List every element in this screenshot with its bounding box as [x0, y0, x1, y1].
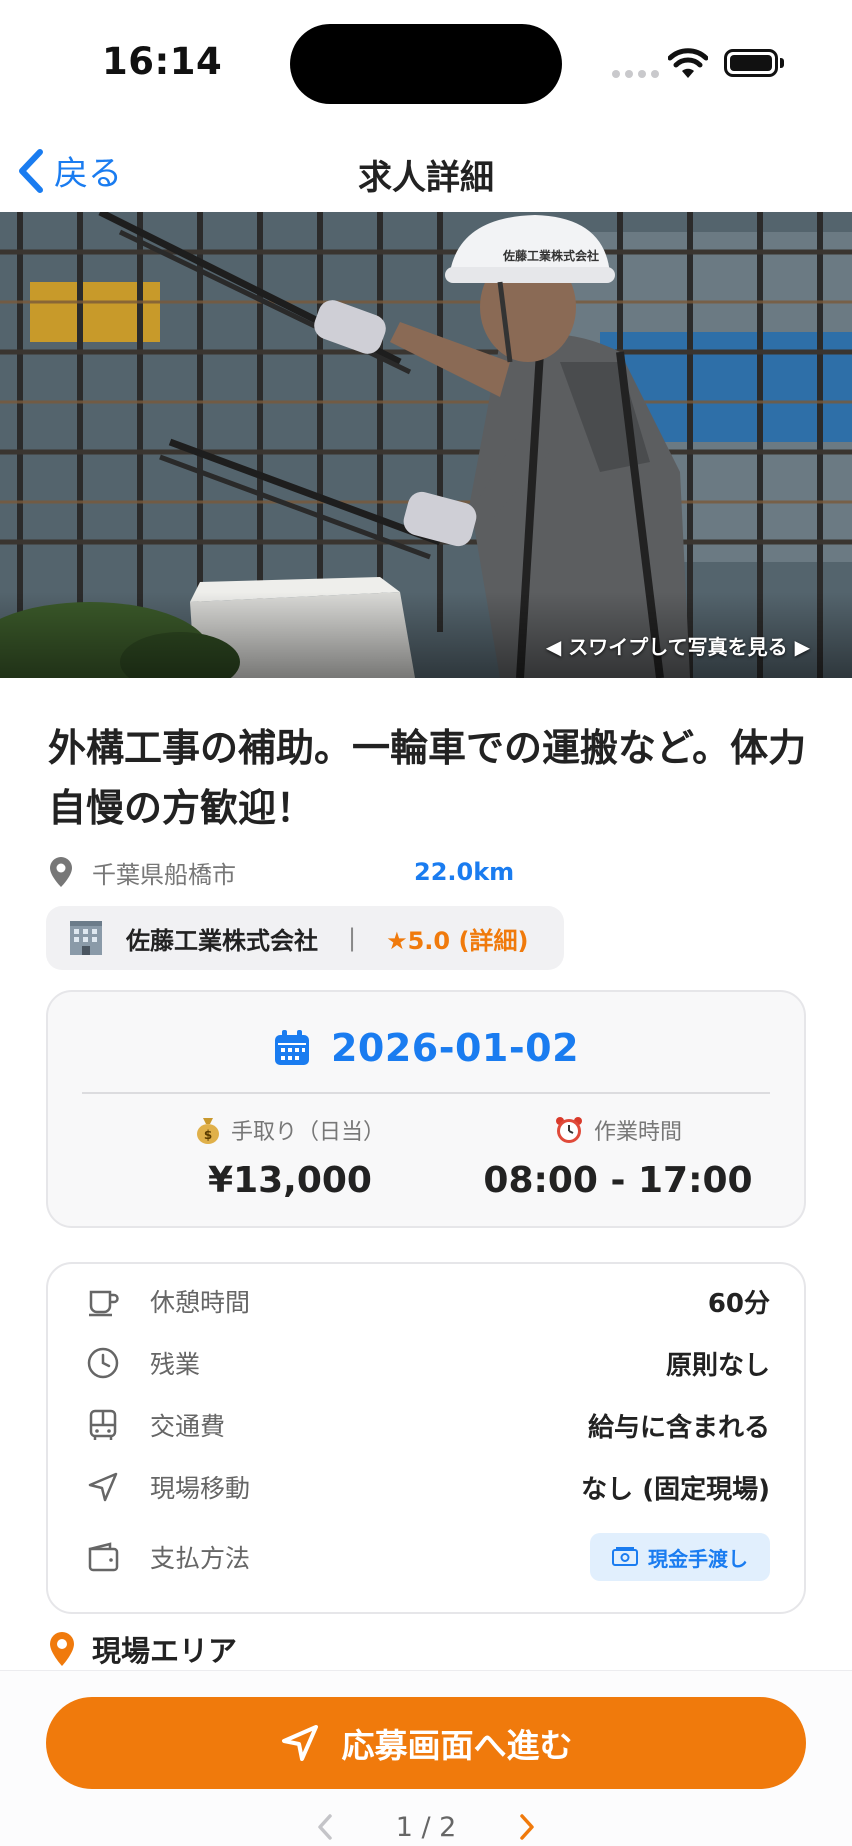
chevron-left-icon[interactable] [314, 1813, 336, 1841]
bus-icon [89, 1409, 117, 1440]
detail-row-overtime: 残業 原則なし [48, 1338, 804, 1388]
detail-row-payment: 支払方法 現金手渡し [48, 1532, 804, 1582]
job-photo-carousel[interactable]: 佐藤工業株式会社 ◀ スワイプして写真を見る ▶ [0, 212, 852, 678]
hours-value: 08:00 - 17:00 [483, 1160, 753, 1201]
navigation-bar: 戻る 求人詳細 [0, 130, 852, 212]
divider [82, 1092, 770, 1094]
clock-icon [87, 1347, 119, 1379]
detail-value: なし (固定現場) [581, 1474, 770, 1505]
hours-label: 作業時間 [593, 1120, 682, 1145]
bottom-action-bar: 応募画面へ進む 1 / 2 [0, 1670, 852, 1846]
money-bag-icon: $ [196, 1118, 219, 1144]
detail-row-transport: 交通費 給与に含まれる [48, 1400, 804, 1450]
calendar-icon [274, 1030, 309, 1065]
detail-value: 原則なし [665, 1350, 770, 1381]
swipe-hint: ◀ スワイプして写真を見る ▶ [545, 635, 810, 659]
payment-method-badge: 現金手渡し [590, 1533, 770, 1581]
wifi-icon [668, 48, 708, 78]
status-bar: 16:14 [0, 0, 852, 120]
svg-text:$: $ [204, 1128, 212, 1142]
cash-icon [612, 1547, 638, 1566]
dynamic-island [290, 24, 562, 104]
helmet-logo: 佐藤工業株式会社 [502, 248, 599, 263]
job-title: 外構工事の補助。一輪車での運搬など。体力自慢の方歓迎！ [48, 726, 807, 830]
detail-label: 休憩時間 [150, 1288, 251, 1317]
apply-button-label: 応募画面へ進む [341, 1726, 573, 1765]
page-title: 求人詳細 [358, 158, 494, 198]
apply-button[interactable]: 応募画面へ進む [46, 1697, 806, 1789]
hours-stat: 作業時間 08:00 - 17:00 [448, 1114, 788, 1201]
pager: 1 / 2 [0, 1807, 852, 1846]
map-pin-icon [50, 1632, 74, 1666]
payment-method-value: 現金手渡し [648, 1546, 748, 1571]
pay-label: 手取り（日当） [230, 1120, 385, 1145]
status-time: 16:14 [102, 40, 223, 83]
detail-label: 現場移動 [150, 1474, 251, 1503]
detail-label: 残業 [150, 1350, 201, 1379]
page-indicator: 1 / 2 [395, 1811, 457, 1843]
work-date: 2026-01-02 [330, 1026, 580, 1070]
separator: | [348, 924, 357, 952]
detail-value: 60分 [707, 1288, 770, 1319]
navigation-arrow-icon [88, 1472, 118, 1502]
send-arrow-icon [281, 1725, 318, 1761]
job-details-card: 休憩時間 60分 残業 原則なし 交通費 給与に含まれる 現場移動 なし (固定… [46, 1262, 806, 1614]
company-chip[interactable]: 佐藤工業株式会社 | ★5.0 (詳細) [46, 906, 564, 970]
pay-stat: $ 手取り（日当） ¥13,000 [120, 1114, 460, 1201]
distance-text: 22.0km [414, 858, 515, 886]
detail-label: 支払方法 [150, 1544, 251, 1573]
schedule-card: 2026-01-02 $ 手取り（日当） ¥13,000 作業時間 08:00 … [46, 990, 806, 1228]
detail-row-site-move: 現場移動 なし (固定現場) [48, 1462, 804, 1512]
detail-row-break: 休憩時間 60分 [48, 1276, 804, 1326]
cellular-signal-icon [612, 70, 659, 78]
office-building-icon [70, 921, 102, 955]
site-area-title: 現場エリア [92, 1634, 238, 1668]
detail-label: 交通費 [150, 1412, 226, 1441]
location-row: 千葉県船橋市 22.0km [48, 852, 808, 892]
company-name: 佐藤工業株式会社 [126, 926, 318, 955]
battery-icon [724, 49, 778, 77]
location-pin-icon [50, 857, 72, 887]
coffee-cup-icon [89, 1290, 119, 1317]
company-rating-link[interactable]: ★5.0 (詳細) [386, 921, 528, 956]
wallet-icon [88, 1542, 119, 1572]
alarm-clock-icon [555, 1117, 582, 1143]
pay-value: ¥13,000 [208, 1160, 372, 1201]
chevron-right-icon[interactable] [516, 1813, 538, 1841]
detail-value: 給与に含まれる [587, 1412, 770, 1443]
location-text: 千葉県船橋市 [92, 860, 236, 889]
job-photo: 佐藤工業株式会社 [0, 212, 852, 678]
site-area-heading: 現場エリア [48, 1628, 237, 1670]
